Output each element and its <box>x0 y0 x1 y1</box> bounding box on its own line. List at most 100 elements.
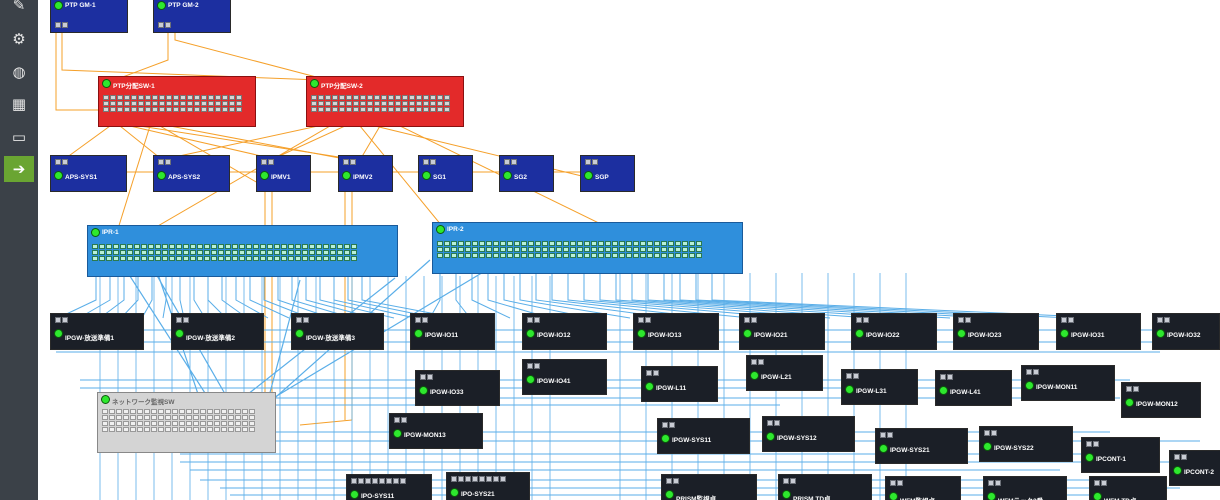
node-diagram-ip_switches-0[interactable]: IPR-1 <box>87 225 398 277</box>
globe-icon[interactable]: ◍ <box>4 59 34 85</box>
node-diagram-gateways_row2-0[interactable]: IPGW-IO41 <box>522 359 607 395</box>
node-label: IPGW-IO41 <box>537 378 571 385</box>
network-canvas[interactable]: PTP GM-1 PTP GM-2 PTP分配SW-1 PTP分配SW-2 APS-SY… <box>38 0 1220 500</box>
node-diagram-ptp_gm-1[interactable]: PTP GM-2 <box>153 0 231 33</box>
node-label: IPMV1 <box>271 174 291 181</box>
node-diagram-ptp_gm-0[interactable]: PTP GM-1 <box>50 0 128 33</box>
status-dot <box>939 386 948 395</box>
port-group <box>55 317 68 323</box>
node-diagram-gateways_row2-6[interactable]: IPGW-MON11 <box>1021 365 1115 401</box>
node-diagram-gateways_row4-5[interactable]: WFMラック2番 <box>983 476 1067 500</box>
wire-46 <box>455 273 471 319</box>
node-diagram-gateways_row1-3[interactable]: IPGW-IO11 <box>410 313 495 350</box>
node-diagram-gateways_row2-7[interactable]: IPGW-MON12 <box>1121 382 1201 418</box>
node-diagram-systems-1[interactable]: APS-SYS2 <box>153 155 230 192</box>
port-group <box>856 317 869 323</box>
status-dot <box>310 79 319 88</box>
node-diagram-gateways_row1-10[interactable]: IPGW-IO32 <box>1152 313 1220 350</box>
port-grid <box>92 244 357 261</box>
status-dot <box>157 1 166 10</box>
node-label: IPGW-SYS11 <box>672 437 712 444</box>
status-dot <box>157 171 166 180</box>
node-diagram-gateways_row1-0[interactable]: IPGW-放送準備1 <box>50 313 144 350</box>
port-group <box>527 363 540 369</box>
node-label: IPCONT-1 <box>1096 456 1126 463</box>
monitor-icon[interactable]: ▭ <box>4 124 34 150</box>
status-dot <box>889 492 898 500</box>
node-diagram-gateways_row1-9[interactable]: IPGW-IO31 <box>1056 313 1141 350</box>
node-label: IPGW-IO33 <box>430 389 464 396</box>
port-grid <box>102 409 255 432</box>
node-diagram-systems-0[interactable]: APS-SYS1 <box>50 155 127 192</box>
node-diagram-gateways_row3-1[interactable]: IPGW-SYS11 <box>657 418 750 454</box>
node-diagram-gateways_row3-2[interactable]: IPGW-SYS12 <box>762 416 855 452</box>
wire-27 <box>99 276 125 319</box>
node-diagram-gateways_row3-4[interactable]: IPGW-SYS22 <box>979 426 1073 462</box>
node-diagram-gateways_row2-5[interactable]: IPGW-L41 <box>935 370 1012 406</box>
node-diagram-gateways_row1-5[interactable]: IPGW-IO13 <box>633 313 719 350</box>
port-group <box>158 159 171 165</box>
status-dot <box>845 385 854 394</box>
status-dot <box>175 329 184 338</box>
status-dot <box>1085 453 1094 462</box>
status-dot <box>260 171 269 180</box>
node-label: SG1 <box>433 174 447 181</box>
status-dot <box>983 442 992 451</box>
node-diagram-gateways_row1-4[interactable]: IPGW-IO12 <box>522 313 607 350</box>
table-icon[interactable]: ▦ <box>4 91 34 117</box>
status-dot <box>1173 466 1182 475</box>
node-diagram-gateways_row1-1[interactable]: IPGW-放送準備2 <box>171 313 264 350</box>
port-group <box>1126 386 1139 392</box>
node-diagram-gateways_row2-1[interactable]: IPGW-L21 <box>746 355 823 391</box>
port-group <box>988 480 1001 486</box>
wire-35 <box>235 276 269 319</box>
node-diagram-systems-2[interactable]: IPMV1 <box>256 155 311 192</box>
node-diagram-gateways_row2-3[interactable]: IPGW-L11 <box>641 366 718 402</box>
node-diagram-ptp_switches-1[interactable]: PTP分配SW-2 <box>306 76 464 127</box>
status-dot <box>645 382 654 391</box>
arrow-right-icon[interactable]: ➔ <box>4 156 34 182</box>
node-diagram-gateways_row3-0[interactable]: IPGW-MON13 <box>389 413 483 449</box>
port-group <box>666 478 679 484</box>
node-diagram-systems-3[interactable]: IPMV2 <box>338 155 393 192</box>
port-group <box>890 480 903 486</box>
status-dot <box>414 329 423 338</box>
node-diagram-gateways_row4-0[interactable]: IPO-SYS11 <box>346 474 432 500</box>
node-diagram-gateways_row1-2[interactable]: IPGW-放送準備3 <box>291 313 384 350</box>
node-diagram-gateways_row3-3[interactable]: IPGW-SYS21 <box>875 428 968 464</box>
node-diagram-systems-6[interactable]: SGP <box>580 155 635 192</box>
node-diagram-gateways_row1-7[interactable]: IPGW-IO22 <box>851 313 937 350</box>
wire-39 <box>291 276 353 319</box>
port-group <box>451 476 506 482</box>
edit-icon[interactable]: ✎ <box>4 0 34 18</box>
wire-1 <box>119 28 169 79</box>
puzzle-icon[interactable]: ⚙ <box>4 26 34 52</box>
node-diagram-gateways_row3-6[interactable]: IPCONT-2 <box>1169 450 1220 486</box>
node-diagram-gateways_row4-3[interactable]: PRISM TD卓 <box>778 474 872 500</box>
node-diagram-gateways_row4-2[interactable]: PRISM監視卓 <box>661 474 757 500</box>
node-diagram-gateways_row1-8[interactable]: IPGW-IO23 <box>953 313 1039 350</box>
port-group <box>158 22 171 28</box>
node-diagram-gateways_row2-2[interactable]: IPGW-IO33 <box>415 370 500 406</box>
port-group <box>783 478 796 484</box>
status-dot <box>419 386 428 395</box>
wire-38 <box>277 276 332 319</box>
node-label: PTP GM-1 <box>65 2 96 9</box>
node-diagram-gateways_row4-1[interactable]: IPO-SYS21 <box>446 472 530 500</box>
node-diagram-gateways_row1-6[interactable]: IPGW-IO21 <box>739 313 825 350</box>
status-dot <box>987 492 996 500</box>
status-dot <box>526 329 535 338</box>
status-dot <box>91 228 100 237</box>
wire-61 <box>695 273 1071 319</box>
status-dot <box>102 79 111 88</box>
status-dot <box>855 329 864 338</box>
node-diagram-ptp_switches-0[interactable]: PTP分配SW-1 <box>98 76 256 127</box>
node-diagram-gateways_row3-5[interactable]: IPCONT-1 <box>1081 437 1160 473</box>
node-diagram-gray_switch[interactable]: ネットワーク監視SW <box>97 392 276 453</box>
node-diagram-systems-4[interactable]: SG1 <box>418 155 473 192</box>
node-diagram-gateways_row4-6[interactable]: WFM TD卓 <box>1089 476 1167 500</box>
node-diagram-gateways_row2-4[interactable]: IPGW-L31 <box>841 369 918 405</box>
node-diagram-systems-5[interactable]: SG2 <box>499 155 554 192</box>
node-diagram-ip_switches-1[interactable]: IPR-2 <box>432 222 743 274</box>
node-diagram-gateways_row4-4[interactable]: WFM監視卓 <box>885 476 961 500</box>
